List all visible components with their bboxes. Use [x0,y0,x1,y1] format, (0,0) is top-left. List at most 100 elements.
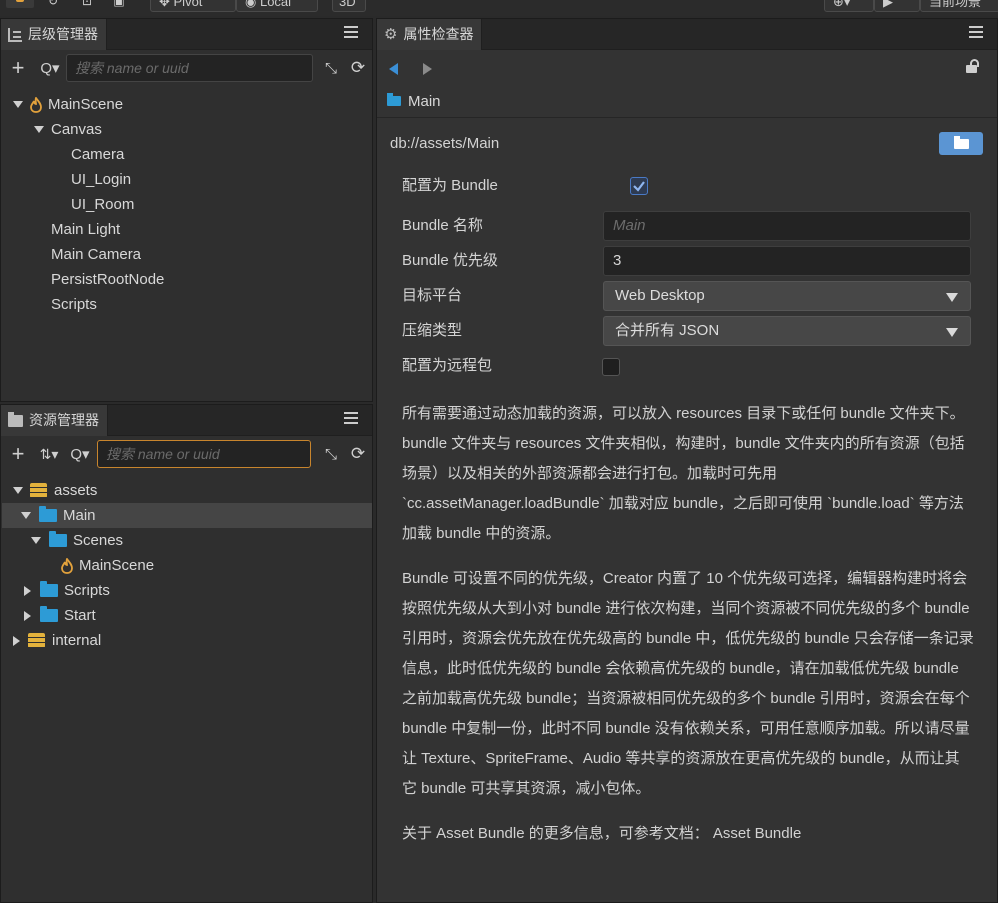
asset-name: Main [408,92,441,110]
hierarchy-search-input[interactable]: 搜索 name or uuid [66,54,313,82]
assets-menu-icon[interactable] [344,412,358,428]
inspector-tabbar: ⚙ 属性检查器 [377,19,997,50]
refresh-icon[interactable]: ⟳ [348,444,368,464]
play-button[interactable]: ▶ [874,0,920,12]
collapse-all-icon[interactable]: ⤡ [321,444,341,464]
expand-arrow-icon[interactable] [31,537,41,544]
hierarchy-toolbar: + Q▾ 搜索 name or uuid ⤡ ⟳ [1,52,372,86]
bundle-name-input[interactable]: Main [603,211,971,241]
move-tool-icon [16,0,24,2]
tab-inspector[interactable]: ⚙ 属性检查器 [377,19,483,50]
asset-item-label: Scenes [73,532,124,549]
open-folder-icon [954,136,969,149]
search-type-icon[interactable]: Q▾ [67,444,93,464]
expand-arrow-icon[interactable] [13,101,23,108]
expand-arrow-icon[interactable] [21,512,31,519]
pivot-icon: ✥ [159,0,174,9]
scale-tool-icon[interactable]: ⊡ [78,0,96,8]
is-bundle-label: 配置为 Bundle [402,177,498,194]
remote-bundle-label: 配置为远程包 [402,357,493,374]
folder-icon [387,93,401,106]
tree-item-main-light[interactable]: Main Light [51,217,120,242]
bundle-priority-label: Bundle 优先级 [402,252,498,269]
refresh-icon[interactable]: ⟳ [348,58,368,78]
tab-assets-label: 资源管理器 [29,412,99,428]
tree-item-canvas[interactable]: Canvas [34,117,102,142]
target-platform-select[interactable]: Web Desktop [603,281,971,311]
hierarchy-menu-icon[interactable] [344,26,358,42]
bundle-priority-input[interactable]: 3 [603,246,971,276]
inspector-asset-header: Main [377,85,997,118]
assets-tabbar: 资源管理器 [1,405,372,436]
expand-arrow-icon[interactable] [13,487,23,494]
tree-item-label: Main Camera [51,246,142,263]
mode-3d-button[interactable]: 3D [332,0,366,12]
folder-icon [40,581,58,597]
tab-assets[interactable]: 资源管理器 [1,405,108,436]
asset-item-scripts[interactable]: Scripts [24,578,110,603]
database-icon [30,483,47,498]
bundle-description-2: Bundle 可设置不同的优先级，Creator 内置了 10 个优先级可选择，… [402,570,974,797]
local-button[interactable]: ◉ Local [236,0,318,12]
assets-toolbar: + ⇅▾ Q▾ 搜索 name or uuid ⤡ ⟳ [1,438,372,472]
tree-item-persistrootnode[interactable]: PersistRootNode [51,267,164,292]
tree-item-label: MainScene [48,96,124,113]
folder-icon [49,531,67,547]
collapse-arrow-icon[interactable] [13,635,20,646]
scene-select[interactable]: 当前场景 [920,0,998,12]
collapse-all-icon[interactable]: ⤡ [321,58,341,78]
inspector-menu-icon[interactable] [969,26,983,42]
asset-item-start[interactable]: Start [24,603,96,628]
assets-search-input[interactable]: 搜索 name or uuid [97,440,311,468]
asset-item-internal[interactable]: internal [13,628,101,653]
back-arrow-icon[interactable] [389,63,398,75]
asset-item-assets[interactable]: assets [13,478,97,503]
tree-item-label: PersistRootNode [51,271,165,288]
compress-type-value: 合并所有 JSON [615,322,720,339]
tree-item-ui-room[interactable]: UI_Room [71,192,134,217]
forward-arrow-icon[interactable] [423,63,432,75]
target-platform-value: Web Desktop [615,287,705,304]
asset-item-mainscene[interactable]: MainScene [61,553,154,578]
tree-item-scripts[interactable]: Scripts [51,292,97,317]
check-icon [633,181,645,192]
scene-flame-icon [30,96,42,113]
hierarchy-icon [8,27,22,42]
rect-tool-icon[interactable]: ▣ [110,0,128,8]
hierarchy-tabbar: 层级管理器 [1,19,372,50]
globe-button[interactable]: ⊕▾ [824,0,874,12]
asset-item-main[interactable]: Main [2,503,372,528]
compress-type-label: 压缩类型 [402,322,463,339]
collapse-arrow-icon[interactable] [24,585,31,596]
open-folder-button[interactable] [939,132,983,155]
is-bundle-checkbox[interactable] [630,177,648,195]
tree-item-main-camera[interactable]: Main Camera [51,242,141,267]
asset-item-label: MainScene [79,557,155,574]
compress-type-select[interactable]: 合并所有 JSON [603,316,971,346]
add-icon[interactable]: + [9,441,27,466]
play-icon: ▶ [883,0,893,9]
sort-icon[interactable]: ⇅▾ [36,444,62,464]
move-tool-button[interactable] [6,0,34,8]
tree-item-camera[interactable]: Camera [71,142,124,167]
bundle-name-label: Bundle 名称 [402,217,483,234]
dropdown-arrow-icon [946,293,958,302]
tree-item-mainscene[interactable]: MainScene [13,92,123,117]
globe-icon: ⊕▾ [833,0,851,9]
asset-item-scenes[interactable]: Scenes [31,528,123,553]
pivot-button[interactable]: ✥ Pivot [150,0,236,12]
local-icon: ◉ [245,0,260,9]
tab-hierarchy[interactable]: 层级管理器 [1,19,107,50]
tree-item-label: Canvas [51,121,102,138]
rotate-tool-icon[interactable]: ↻ [44,0,62,8]
remote-bundle-checkbox[interactable] [602,358,620,376]
tree-item-ui-login[interactable]: UI_Login [71,167,131,192]
add-icon[interactable]: + [9,55,27,80]
collapse-arrow-icon[interactable] [24,610,31,621]
lock-icon[interactable] [966,59,979,73]
search-type-icon[interactable]: Q▾ [37,58,63,78]
hierarchy-panel: 层级管理器 + Q▾ 搜索 name or uuid ⤡ ⟳ MainScene… [0,18,373,402]
folder-icon [40,606,58,622]
expand-arrow-icon[interactable] [34,126,44,133]
tab-inspector-label: 属性检查器 [403,26,474,42]
